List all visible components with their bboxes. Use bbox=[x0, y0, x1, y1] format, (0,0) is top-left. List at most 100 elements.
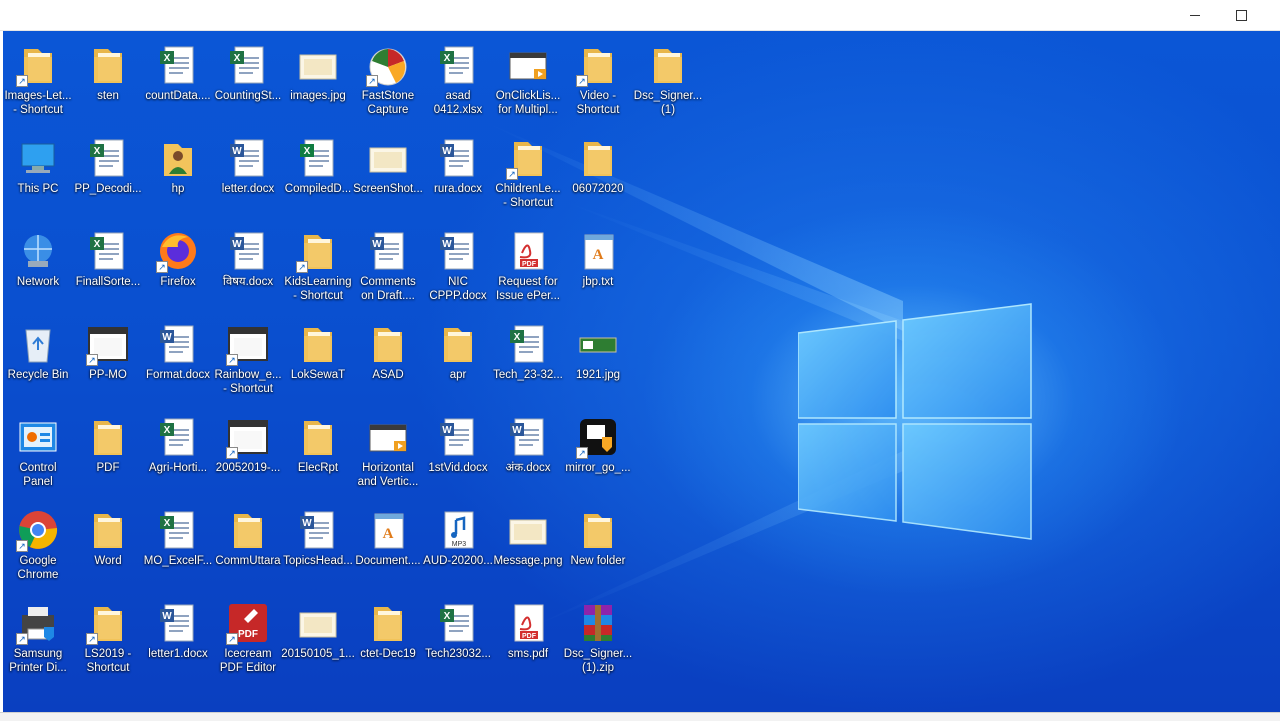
desktop-icon[interactable]: ↗ 20052019-... bbox=[213, 410, 283, 500]
desktop-icon[interactable]: ↗ PP-MO bbox=[73, 317, 143, 407]
image-icon bbox=[506, 506, 550, 552]
desktop-icon[interactable]: PDF Request for Issue ePer... bbox=[493, 224, 563, 314]
desktop-icon-label: NIC CPPP.docx bbox=[429, 276, 487, 302]
desktop-icon[interactable]: Wletter.docx bbox=[213, 131, 283, 221]
desktop-icon[interactable]: ElecRpt bbox=[283, 410, 353, 500]
svg-text:X: X bbox=[94, 146, 101, 157]
desktop-icon[interactable]: Wrura.docx bbox=[423, 131, 493, 221]
desktop-icon[interactable]: Control Panel bbox=[3, 410, 73, 500]
desktop-icon[interactable]: Network bbox=[3, 224, 73, 314]
desktop-icon-label: Samsung Printer Di... bbox=[9, 648, 67, 674]
excel-icon: X bbox=[156, 413, 200, 459]
desktop-icon[interactable]: ↗ Rainbow_e... - Shortcut bbox=[213, 317, 283, 407]
word-icon: W bbox=[226, 134, 270, 180]
desktop-icon[interactable]: X MO_ExcelF... bbox=[143, 503, 213, 593]
desktop-icon[interactable]: OnClickLis... for Multipl... bbox=[493, 38, 563, 128]
desktop-icon[interactable]: Word bbox=[73, 503, 143, 593]
desktop-icon[interactable]: apr bbox=[423, 317, 493, 407]
svg-text:W: W bbox=[512, 425, 522, 436]
folder-icon bbox=[576, 506, 620, 552]
svg-text:W: W bbox=[302, 518, 312, 529]
word-icon: W bbox=[436, 134, 480, 180]
desktop-icon[interactable]: ↗ Firefox bbox=[143, 224, 213, 314]
desktop-icon[interactable]: W अंक.docx bbox=[493, 410, 563, 500]
folder-icon bbox=[366, 320, 410, 366]
desktop-icon[interactable]: Wletter1.docx bbox=[143, 596, 213, 686]
excel-green-icon: X bbox=[296, 134, 340, 180]
desktop-icon[interactable]: Recycle Bin bbox=[3, 317, 73, 407]
minimize-button[interactable] bbox=[1172, 0, 1218, 30]
desktop-icon[interactable]: W Comments on Draft.... bbox=[353, 224, 423, 314]
desktop-icon[interactable]: X CountingSt... bbox=[213, 38, 283, 128]
desktop-icon[interactable]: ↗ Video - Shortcut bbox=[563, 38, 633, 128]
desktop-icon-label: Icecream PDF Editor bbox=[219, 648, 277, 674]
maximize-icon bbox=[1235, 9, 1247, 21]
desktop-icon[interactable]: CommUttara bbox=[213, 503, 283, 593]
desktop-icon[interactable]: images.jpg bbox=[283, 38, 353, 128]
desktop-icon[interactable]: W विषय.docx bbox=[213, 224, 283, 314]
minimize-icon bbox=[1190, 14, 1200, 16]
desktop-icon[interactable]: W NIC CPPP.docx bbox=[423, 224, 493, 314]
desktop-icon[interactable]: ScreenShot... bbox=[353, 131, 423, 221]
desktop-icon-label: New folder bbox=[570, 555, 626, 567]
desktop-icon[interactable]: X Agri-Horti... bbox=[143, 410, 213, 500]
desktop-icon[interactable]: ↗ Google Chrome bbox=[3, 503, 73, 593]
desktop-icon-label: mirror_go_... bbox=[565, 462, 631, 474]
desktop-icon[interactable]: This PC bbox=[3, 131, 73, 221]
desktop-icon[interactable]: ↗ Images-Let... - Shortcut bbox=[3, 38, 73, 128]
desktop-icon[interactable]: PDF ↗ Icecream PDF Editor bbox=[213, 596, 283, 686]
desktop-icon[interactable]: A Document.... bbox=[353, 503, 423, 593]
svg-text:W: W bbox=[442, 239, 452, 250]
desktop-icon[interactable]: X FinallSorte... bbox=[73, 224, 143, 314]
desktop-icon[interactable]: Dsc_Signer... (1).zip bbox=[563, 596, 633, 686]
desktop-icon[interactable]: hp bbox=[143, 131, 213, 221]
faststone-icon: ↗ bbox=[366, 41, 410, 87]
desktop-icon[interactable]: Xasad 0412.xlsx bbox=[423, 38, 493, 128]
desktop-icon[interactable]: ASAD bbox=[353, 317, 423, 407]
shortcut-arrow-icon: ↗ bbox=[226, 447, 238, 459]
excel-icon: X bbox=[86, 227, 130, 273]
windows-logo bbox=[798, 303, 1032, 540]
folder-icon bbox=[86, 41, 130, 87]
desktop-icon[interactable]: 06072020 bbox=[563, 131, 633, 221]
image-icon bbox=[366, 134, 410, 180]
desktop-icon[interactable]: PDF bbox=[73, 410, 143, 500]
desktop-icon[interactable]: W 1stVid.docx bbox=[423, 410, 493, 500]
desktop-icon[interactable]: ↗ KidsLearning - Shortcut bbox=[283, 224, 353, 314]
desktop-icon[interactable]: ctet-Dec19 bbox=[353, 596, 423, 686]
desktop[interactable]: ↗ Images-Let... - Shortcut sten XcountData..… bbox=[3, 31, 1280, 712]
desktop-icon[interactable]: Ajbp.txt bbox=[563, 224, 633, 314]
shortcut-arrow-icon: ↗ bbox=[576, 447, 588, 459]
desktop-icon[interactable]: Horizontal and Vertic... bbox=[353, 410, 423, 500]
desktop-icon[interactable]: ↗ Samsung Printer Di... bbox=[3, 596, 73, 686]
svg-text:W: W bbox=[232, 146, 242, 157]
image-icon bbox=[296, 41, 340, 87]
desktop-icon-label: Recycle Bin bbox=[7, 369, 69, 381]
desktop-icon-label: CompiledD... bbox=[284, 183, 352, 195]
desktop-icon[interactable]: X Tech23032... bbox=[423, 596, 493, 686]
desktop-icon[interactable]: Dsc_Signer... (1) bbox=[633, 38, 703, 128]
desktop-icon-label: PDF bbox=[96, 462, 120, 474]
desktop-icon[interactable]: X CompiledD... bbox=[283, 131, 353, 221]
desktop-icon[interactable]: Message.png bbox=[493, 503, 563, 593]
desktop-icon[interactable]: MP3 AUD-20200... bbox=[423, 503, 493, 593]
maximize-button[interactable] bbox=[1218, 0, 1264, 30]
desktop-icon[interactable]: ↗ mirror_go_... bbox=[563, 410, 633, 500]
desktop-icon[interactable]: ↗ ChildrenLe... - Shortcut bbox=[493, 131, 563, 221]
desktop-icon-label: FinallSorte... bbox=[75, 276, 141, 288]
desktop-icon[interactable]: 20150105_1... bbox=[281, 596, 355, 686]
mp3-icon: MP3 bbox=[436, 506, 480, 552]
desktop-icon-label: 06072020 bbox=[572, 183, 624, 195]
desktop-icon[interactable]: W TopicsHead... bbox=[283, 503, 353, 593]
desktop-icon[interactable]: 1921.jpg bbox=[563, 317, 633, 407]
desktop-icon[interactable]: ↗ LS2019 - Shortcut bbox=[73, 596, 143, 686]
desktop-icon[interactable]: LokSewaT bbox=[283, 317, 353, 407]
desktop-icon[interactable]: New folder bbox=[563, 503, 633, 593]
desktop-icon[interactable]: sten bbox=[73, 38, 143, 128]
desktop-icon[interactable]: XcountData.... bbox=[143, 38, 213, 128]
desktop-icon[interactable]: X Tech_23-32... bbox=[493, 317, 563, 407]
desktop-icon[interactable]: PDF sms.pdf bbox=[493, 596, 563, 686]
desktop-icon[interactable]: X PP_Decodi... bbox=[73, 131, 143, 221]
desktop-icon[interactable]: W Format.docx bbox=[143, 317, 213, 407]
desktop-icon[interactable]: ↗ FastStone Capture bbox=[353, 38, 423, 128]
